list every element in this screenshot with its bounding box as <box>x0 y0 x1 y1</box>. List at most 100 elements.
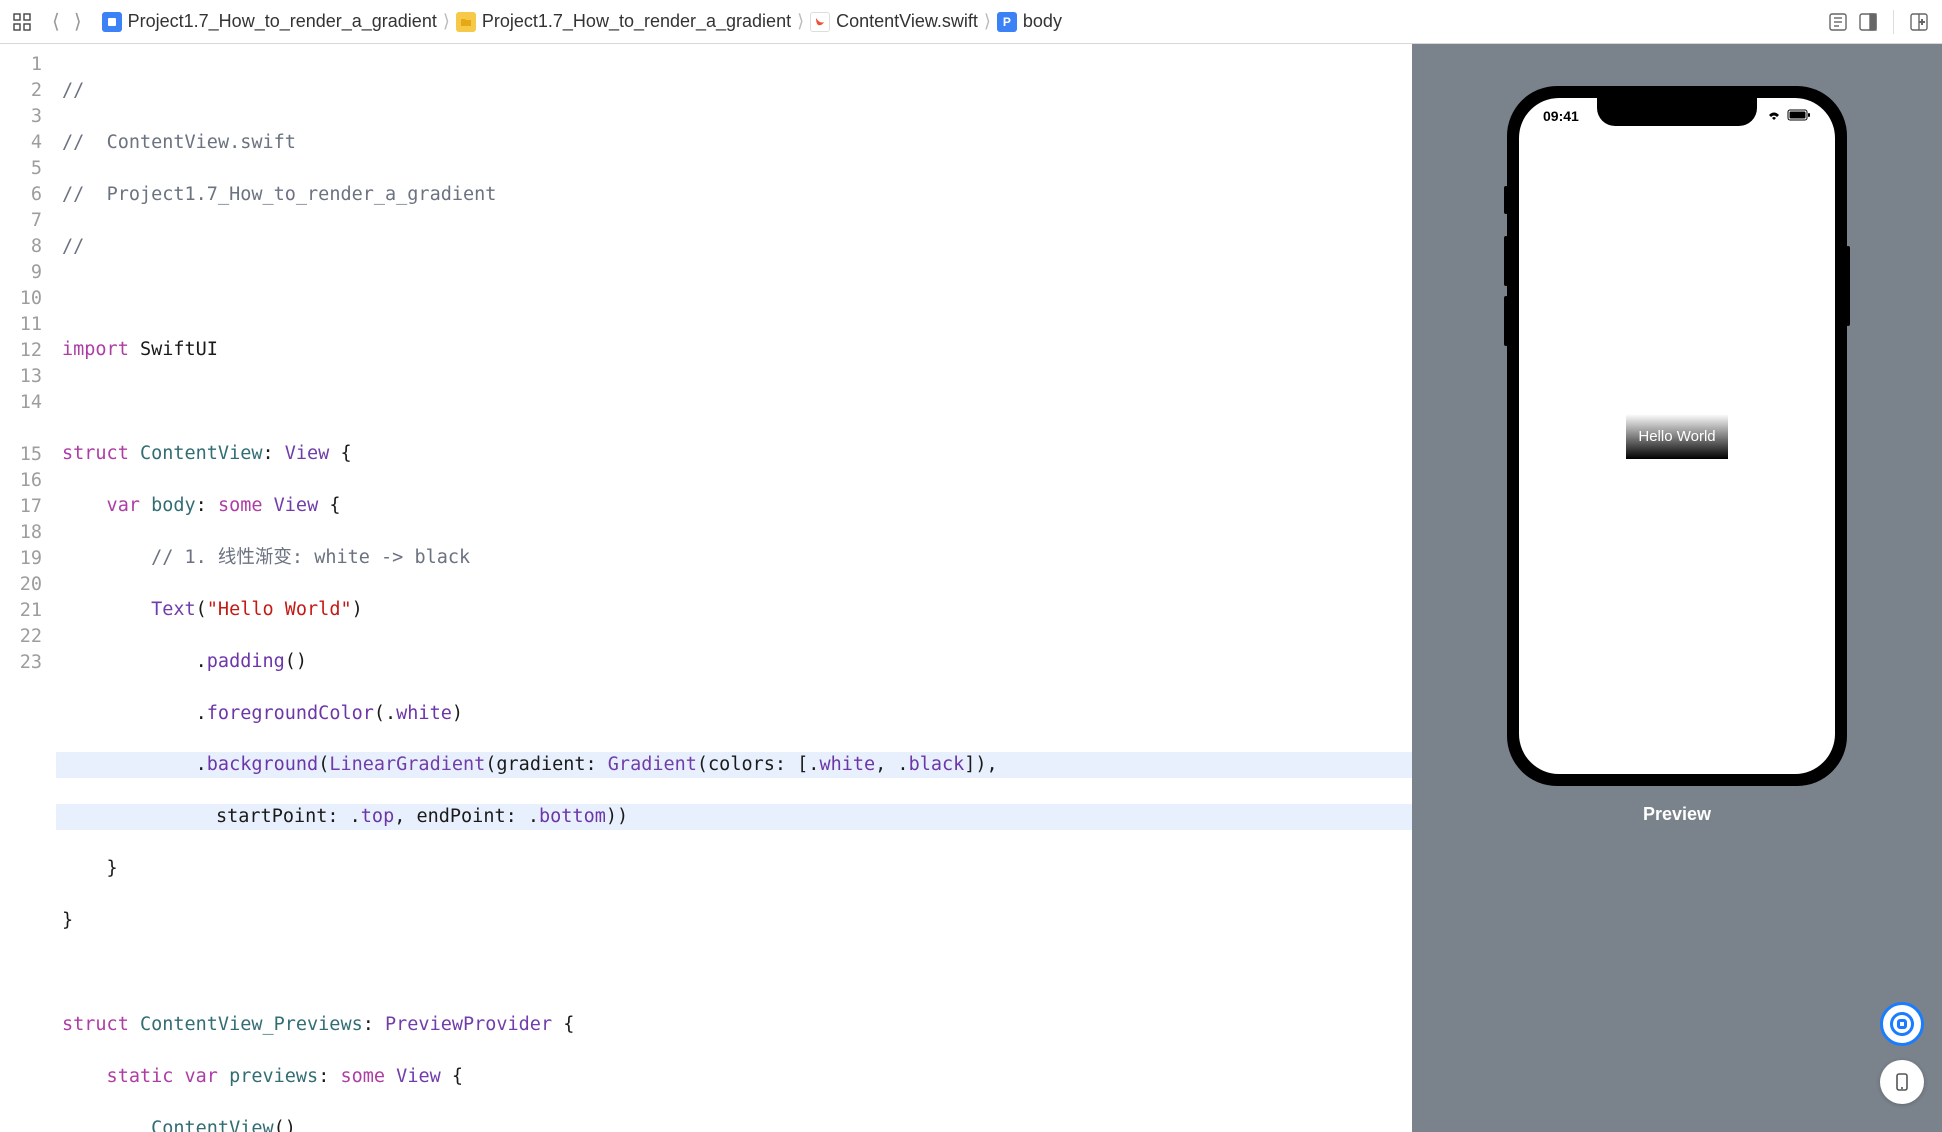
code-text: : <box>262 443 284 464</box>
chevron-right-icon: ⟩ <box>797 11 804 32</box>
breadcrumb-folder[interactable]: Project1.7_How_to_render_a_gradient <box>456 11 791 32</box>
chevron-right-icon: ⟩ <box>443 11 450 32</box>
nav-back-icon[interactable]: ⟨ <box>52 9 60 34</box>
code-text: // <box>62 236 84 257</box>
code-text: { <box>318 495 340 516</box>
code-text: ContentView_Previews <box>129 1014 363 1035</box>
iphone-simulator[interactable]: 09:41 Hello World <box>1507 86 1847 786</box>
phone-screen: 09:41 Hello World <box>1519 98 1835 774</box>
phone-volume-down <box>1504 296 1508 346</box>
preview-device-button[interactable] <box>1880 1060 1924 1104</box>
breadcrumb: Project1.7_How_to_render_a_gradient ⟩ Pr… <box>102 11 1062 32</box>
code-text: , endPoint: . <box>394 806 539 827</box>
divider <box>1893 10 1894 34</box>
phone-volume-up <box>1504 236 1508 286</box>
live-preview-button[interactable] <box>1880 1002 1924 1046</box>
code-text: var <box>173 1066 218 1087</box>
breadcrumb-label: Project1.7_How_to_render_a_gradient <box>128 11 437 32</box>
property-icon: P <box>997 12 1017 32</box>
project-icon <box>102 12 122 32</box>
adjust-editor-icon[interactable] <box>1857 11 1879 33</box>
code-text: foregroundColor <box>207 703 374 724</box>
code-text: )) <box>606 806 628 827</box>
code-text: static <box>62 1066 173 1087</box>
nav-forward-icon[interactable]: ⟩ <box>74 9 82 34</box>
code-text: } <box>62 910 73 931</box>
folder-icon <box>456 12 476 32</box>
breadcrumb-label: body <box>1023 11 1062 32</box>
code-text: import <box>62 339 129 360</box>
code-text: LinearGradient <box>329 754 485 775</box>
breadcrumb-symbol[interactable]: P body <box>997 11 1062 32</box>
minimap-icon[interactable] <box>1827 11 1849 33</box>
add-editor-icon[interactable] <box>1908 11 1930 33</box>
code-text: black <box>909 754 965 775</box>
code-text: ]), <box>964 754 997 775</box>
code-text: { <box>329 443 351 464</box>
code-text: . <box>62 651 207 672</box>
code-text: body <box>140 495 196 516</box>
code-text: . <box>62 754 207 775</box>
code-text: var <box>62 495 140 516</box>
code-text: (. <box>374 703 396 724</box>
preview-panel: 09:41 Hello World P <box>1412 44 1942 1132</box>
code-text: previews <box>218 1066 318 1087</box>
code-text: struct <box>62 443 129 464</box>
code-text: () <box>274 1118 296 1132</box>
hello-text-view: Hello World <box>1626 414 1727 459</box>
code-text <box>62 1118 151 1132</box>
code-text: // <box>62 184 107 205</box>
code-text: View <box>263 495 319 516</box>
code-text: ( <box>318 754 329 775</box>
code-text: // <box>62 80 84 101</box>
breadcrumb-file[interactable]: ContentView.swift <box>810 11 978 32</box>
code-text: white <box>396 703 452 724</box>
code-text: : <box>363 1014 385 1035</box>
code-text: View <box>385 1066 441 1087</box>
code-content[interactable]: // // ContentView.swift // Project1.7_Ho… <box>56 52 1412 1132</box>
code-text: Text <box>62 599 196 620</box>
code-text: ) <box>452 703 463 724</box>
preview-title: Preview <box>1643 804 1711 825</box>
breadcrumb-label: Project1.7_How_to_render_a_gradient <box>482 11 791 32</box>
phone-power-button <box>1846 246 1850 326</box>
code-text: ContentView <box>151 1118 274 1132</box>
code-text: // <box>62 132 107 153</box>
code-text: SwiftUI <box>129 339 218 360</box>
chevron-right-icon: ⟩ <box>984 11 991 32</box>
breadcrumb-label: ContentView.swift <box>836 11 978 32</box>
code-text: { <box>441 1066 463 1087</box>
code-editor[interactable]: 1234567891011121314151617181920212223 //… <box>0 44 1412 1132</box>
code-text: bottom <box>539 806 606 827</box>
code-text: // 1. 线性渐变: white -> black <box>62 547 470 568</box>
app-content: Hello World <box>1519 98 1835 774</box>
breadcrumb-bar: ⟨ ⟩ Project1.7_How_to_render_a_gradient … <box>0 0 1942 44</box>
code-text: (gradient: <box>485 754 608 775</box>
code-text: : <box>318 1066 340 1087</box>
code-text: : <box>196 495 218 516</box>
code-text: padding <box>207 651 285 672</box>
code-text: ) <box>352 599 363 620</box>
code-text: some <box>218 495 263 516</box>
code-text: white <box>819 754 875 775</box>
code-text: ContentView.swift <box>107 132 296 153</box>
code-text: Project1.7_How_to_render_a_gradient <box>107 184 497 205</box>
code-text: . <box>62 703 207 724</box>
code-text: ContentView <box>129 443 263 464</box>
code-text: Gradient <box>608 754 697 775</box>
hello-label: Hello World <box>1638 428 1715 445</box>
line-gutter: 1234567891011121314151617181920212223 <box>0 52 56 1132</box>
code-text: PreviewProvider <box>385 1014 552 1035</box>
code-text: } <box>62 858 118 879</box>
code-text: (colors: [. <box>697 754 820 775</box>
code-text: () <box>285 651 307 672</box>
code-text: background <box>207 754 318 775</box>
code-text: some <box>340 1066 385 1087</box>
code-text: { <box>552 1014 574 1035</box>
navigator-icon[interactable] <box>12 12 32 32</box>
phone-mute-switch <box>1504 186 1508 214</box>
breadcrumb-project[interactable]: Project1.7_How_to_render_a_gradient <box>102 11 437 32</box>
code-text: startPoint: . <box>216 806 361 827</box>
code-text: ( <box>196 599 207 620</box>
swift-file-icon <box>810 12 830 32</box>
